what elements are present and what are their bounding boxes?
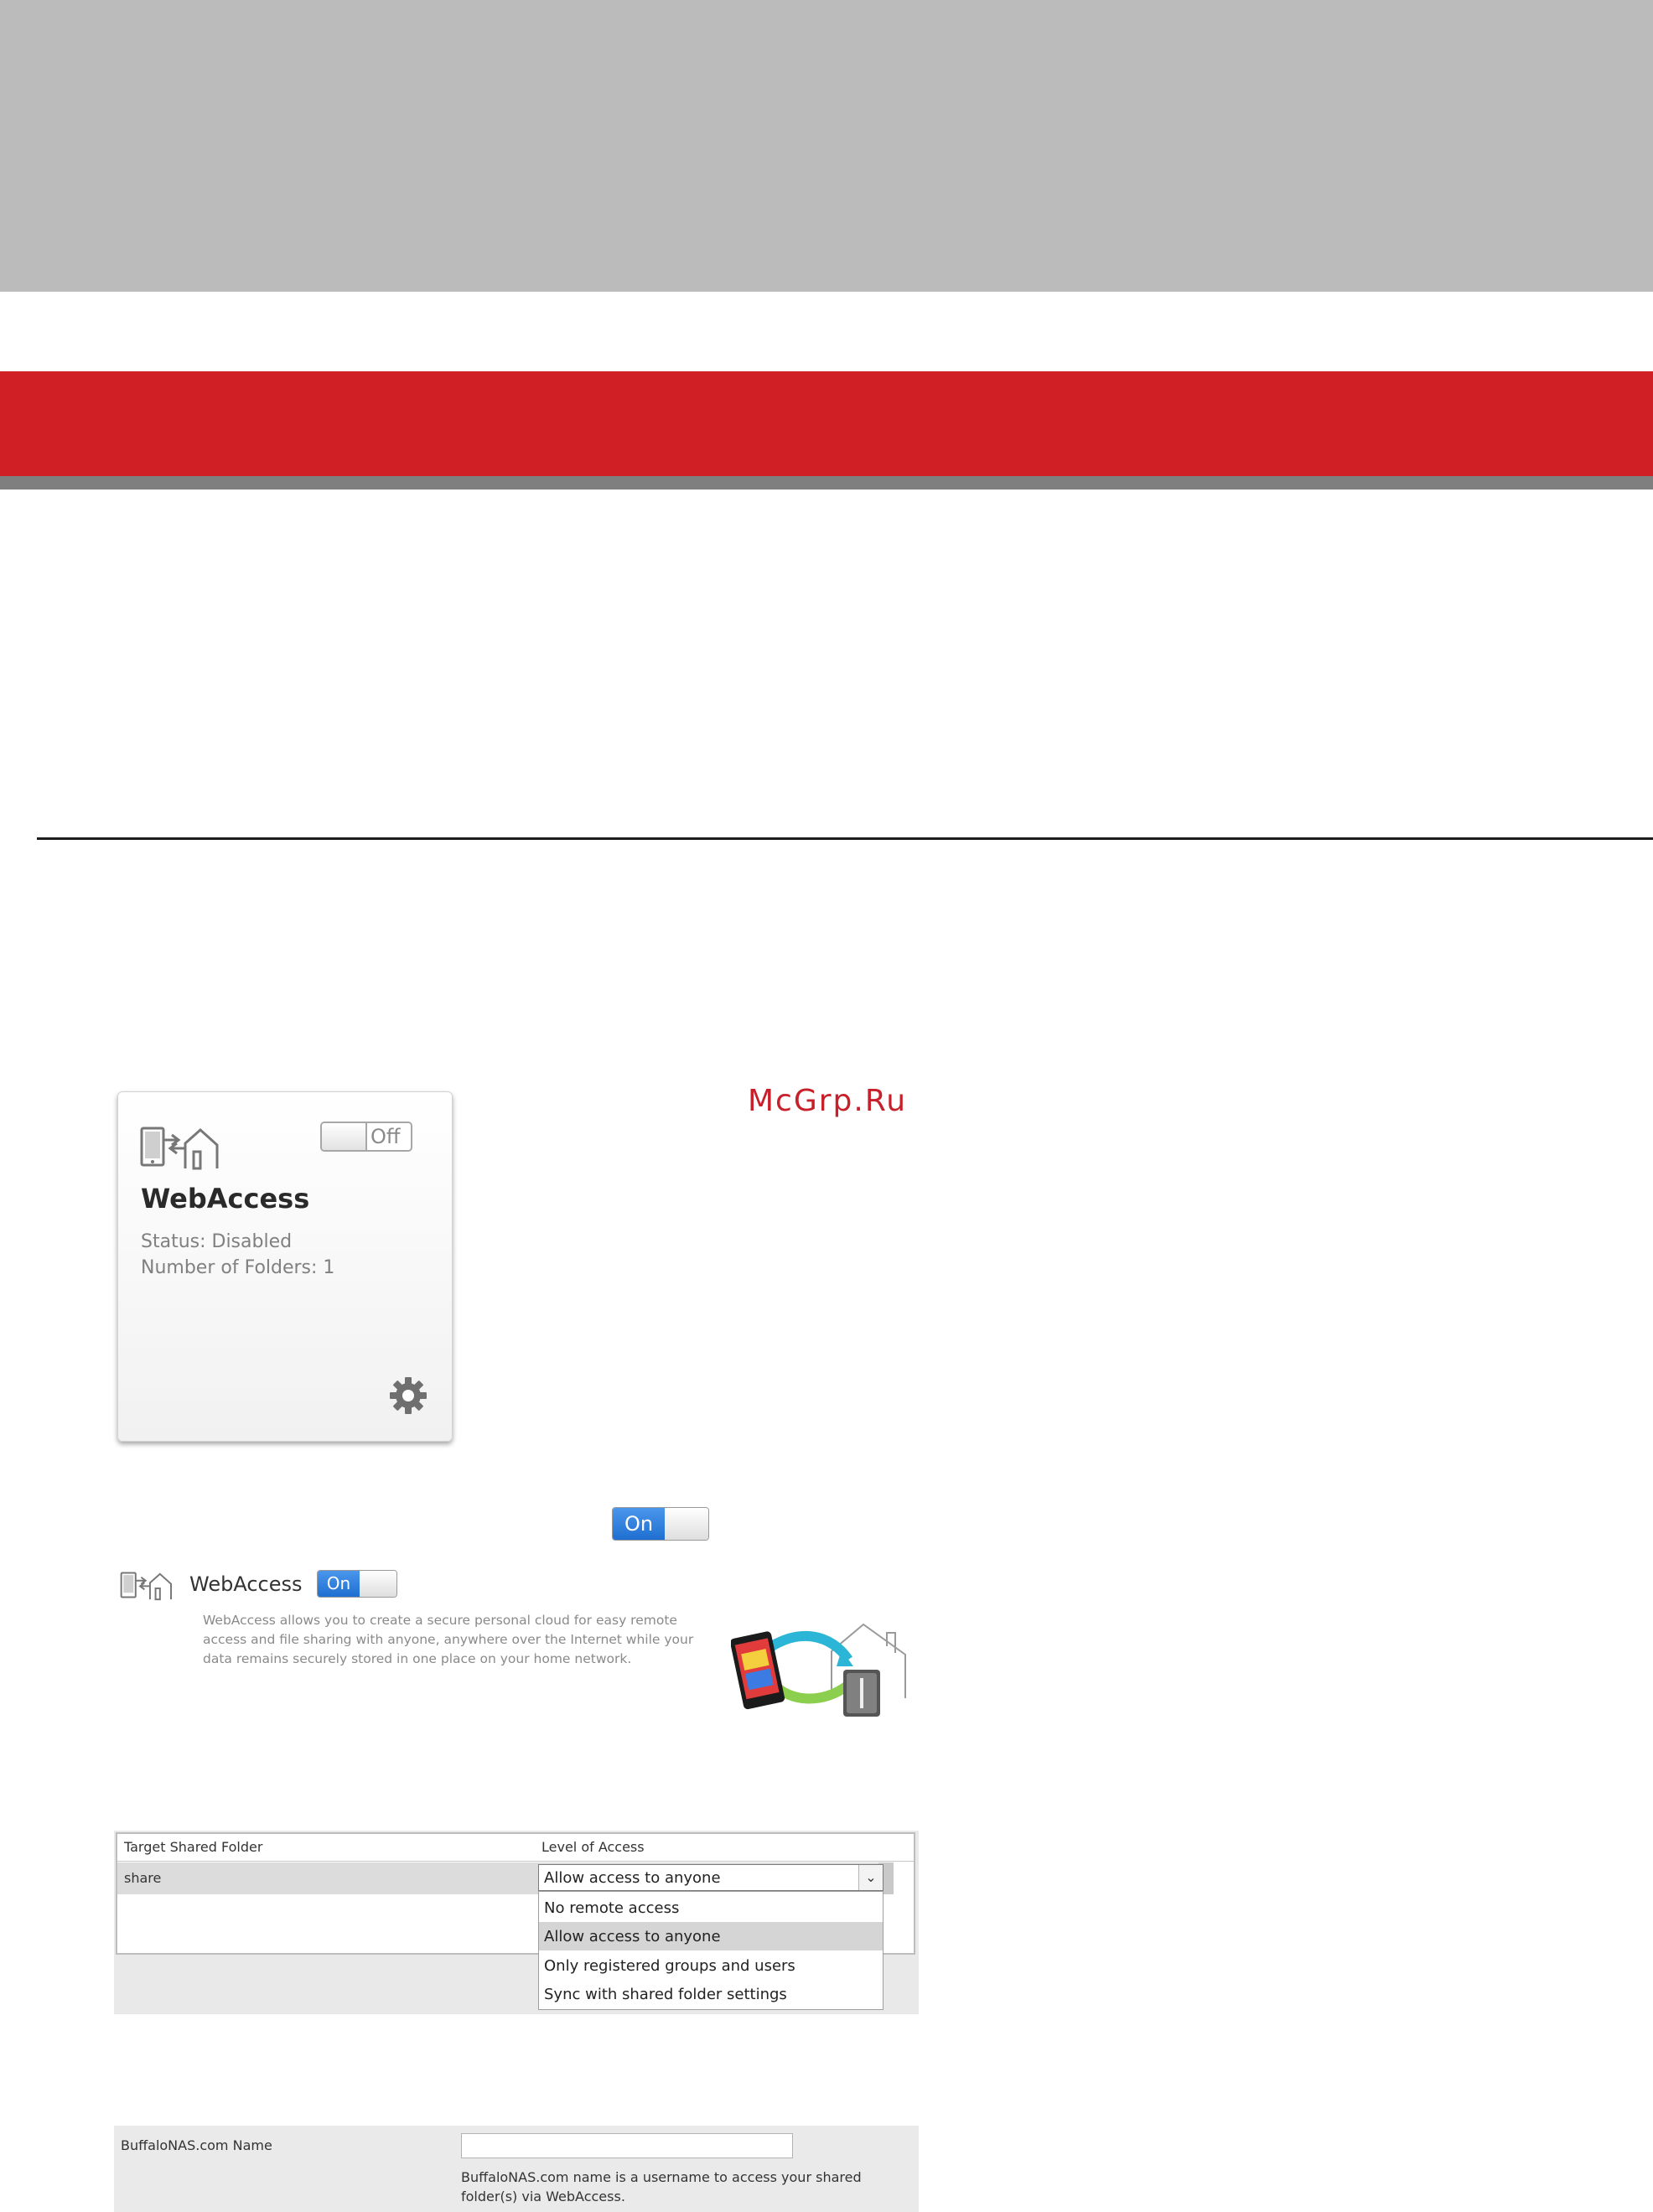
webaccess-toggle-on[interactable]: On: [317, 1570, 397, 1598]
header-divider: [117, 1861, 914, 1862]
access-level-dropdown: No remote access Allow access to anyone …: [538, 1891, 884, 2010]
watermark: McGrp.Ru: [748, 1084, 908, 1118]
column-header-folder: Target Shared Folder: [124, 1839, 263, 1855]
access-level-value: Allow access to anyone: [544, 1869, 721, 1887]
dropdown-option[interactable]: No remote access: [539, 1893, 883, 1922]
toggle-on-example[interactable]: On: [612, 1507, 709, 1541]
section-divider: [37, 837, 1653, 840]
toggle-knob: [360, 1571, 396, 1597]
chevron-down-icon[interactable]: ⌄: [858, 1865, 883, 1890]
toggle-knob: [322, 1123, 367, 1150]
access-level-select[interactable]: Allow access to anyone ⌄: [538, 1864, 884, 1891]
buffalonas-name-label: BuffaloNAS.com Name: [121, 2137, 272, 2153]
toggle-on-label: On: [318, 1571, 360, 1597]
header-gray-banner: [0, 0, 1653, 292]
card-title: WebAccess: [141, 1183, 310, 1215]
column-header-access: Level of Access: [542, 1839, 645, 1855]
red-band-shadow: [0, 476, 1653, 490]
buffalonas-name-input[interactable]: [461, 2133, 793, 2158]
folder-cell: share: [124, 1870, 162, 1886]
toggle-on-label: On: [613, 1508, 665, 1540]
toggle-knob: [665, 1508, 708, 1540]
webaccess-label: WebAccess: [189, 1572, 303, 1596]
webaccess-icon: [138, 1123, 222, 1173]
gear-icon[interactable]: [387, 1375, 429, 1420]
webaccess-toggle-off[interactable]: Off: [320, 1122, 412, 1152]
toggle-off-label: Off: [370, 1125, 401, 1148]
card-status: Status: Disabled: [141, 1231, 293, 1252]
dropdown-option[interactable]: Only registered groups and users: [539, 1951, 883, 1980]
card-folder-count: Number of Folders: 1: [141, 1257, 335, 1278]
red-title-band: [0, 371, 1653, 476]
remote-access-illustration: [730, 1618, 912, 1722]
webaccess-description: WebAccess allows you to create a secure …: [203, 1613, 694, 1666]
webaccess-small-icon: [119, 1569, 174, 1604]
dropdown-option-selected[interactable]: Allow access to anyone: [539, 1922, 883, 1950]
dropdown-option[interactable]: Sync with shared folder settings: [539, 1980, 883, 2008]
buffalonas-help-text: BuffaloNAS.com name is a username to acc…: [461, 2169, 862, 2204]
